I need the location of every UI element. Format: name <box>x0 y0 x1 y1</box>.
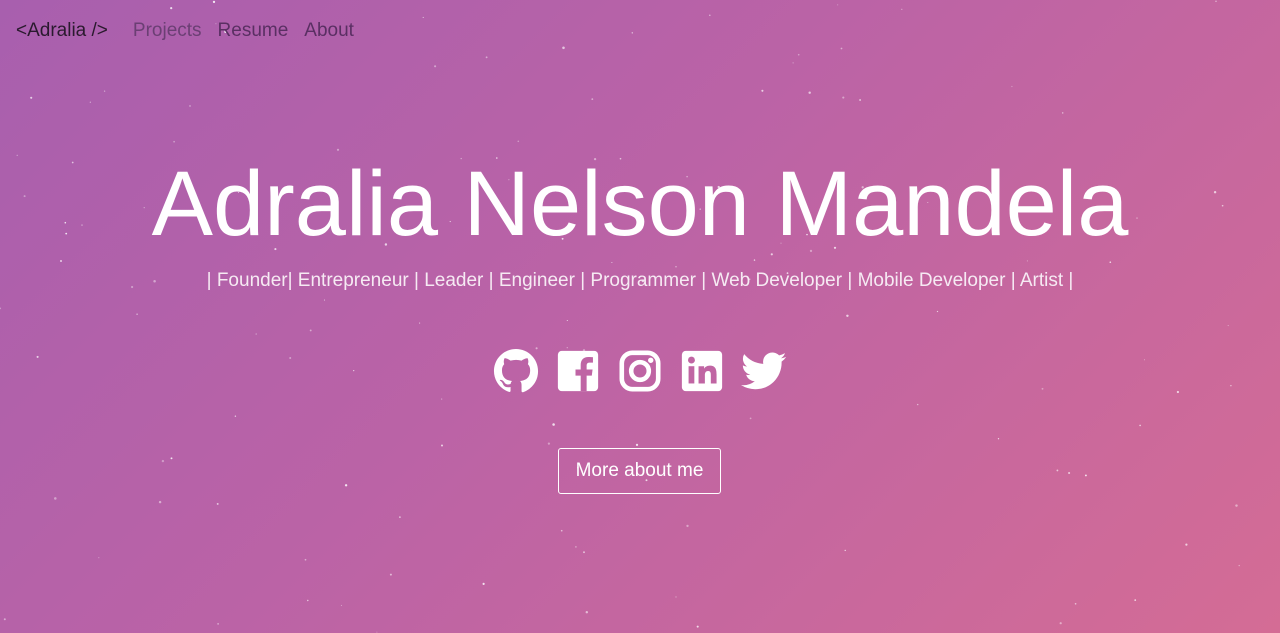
star-dot <box>749 417 752 420</box>
star-dot <box>419 322 421 324</box>
twitter-icon[interactable] <box>741 348 787 394</box>
star-dot <box>797 53 800 56</box>
star-dot <box>170 457 173 460</box>
star-dot <box>422 16 424 18</box>
star-dot <box>1056 469 1059 472</box>
brand-logo-link[interactable]: <Adralia /> <box>16 20 108 42</box>
star-dot <box>517 140 520 143</box>
star-dot <box>189 105 191 107</box>
star-dot <box>997 438 1000 440</box>
star-dot <box>1068 471 1071 475</box>
github-icon[interactable] <box>493 348 539 394</box>
star-dot <box>1235 504 1238 507</box>
star-dot <box>216 502 219 505</box>
star-dot <box>859 99 862 101</box>
star-dot <box>54 497 57 500</box>
star-dot <box>399 516 401 518</box>
star-dot <box>485 56 488 59</box>
star-dot <box>0 307 2 310</box>
nav-link-about[interactable]: About <box>304 20 354 42</box>
star-dot <box>255 333 257 335</box>
hero-title: Adralia Nelson Mandela <box>151 153 1129 255</box>
star-dot <box>340 604 342 606</box>
star-dot <box>170 7 173 10</box>
star-dot <box>441 398 443 400</box>
linkedin-icon[interactable] <box>679 348 725 394</box>
star-dot <box>936 310 939 313</box>
star-dot <box>916 403 919 406</box>
star-dot <box>552 423 555 426</box>
star-dot <box>304 558 307 561</box>
star-dot <box>901 8 903 10</box>
star-dot <box>585 610 589 614</box>
star-dot <box>323 299 326 301</box>
star-dot <box>1227 325 1229 327</box>
star-dot <box>846 314 849 318</box>
star-dot <box>560 529 563 532</box>
star-dot <box>1139 424 1141 427</box>
star-dot <box>1061 112 1064 114</box>
star-dot <box>709 14 711 17</box>
star-dot <box>575 546 577 548</box>
star-dot <box>840 47 843 50</box>
social-links <box>0 348 1280 394</box>
top-navbar: <Adralia /> Projects Resume About <box>16 18 370 44</box>
star-dot <box>136 313 138 316</box>
star-dot <box>98 557 100 559</box>
star-dot <box>562 46 565 50</box>
star-dot <box>1074 602 1077 605</box>
star-dot <box>842 96 845 99</box>
star-dot <box>808 91 811 94</box>
star-dot <box>631 32 634 34</box>
nav-link-resume[interactable]: Resume <box>218 20 289 42</box>
star-dot <box>1238 564 1240 567</box>
instagram-icon[interactable] <box>617 348 663 394</box>
star-dot <box>482 582 485 586</box>
star-dot <box>30 96 33 99</box>
hero-section: Adralia Nelson Mandela | Founder| Entrep… <box>0 150 1280 292</box>
more-about-me-button[interactable]: More about me <box>558 448 721 494</box>
star-dot <box>547 442 551 445</box>
star-dot <box>307 599 309 602</box>
star-dot <box>635 443 639 447</box>
star-dot <box>103 90 106 92</box>
star-dot <box>3 618 6 621</box>
star-dot <box>761 89 764 92</box>
star-dot <box>158 500 162 504</box>
star-dot <box>173 140 175 143</box>
star-dot <box>1011 85 1013 88</box>
star-dot <box>844 549 846 552</box>
nav-link-projects[interactable]: Projects <box>133 20 202 42</box>
star-dot <box>212 0 216 4</box>
star-dot <box>1185 543 1188 546</box>
star-dot <box>234 415 237 417</box>
star-dot <box>566 319 568 322</box>
star-dot <box>1134 599 1137 601</box>
star-dot <box>217 623 219 625</box>
star-dot <box>89 101 91 103</box>
facebook-icon[interactable] <box>555 348 601 394</box>
star-dot <box>1059 622 1062 625</box>
hero-tagline: | Founder| Entrepreneur | Leader | Engin… <box>206 270 1074 291</box>
star-dot <box>837 4 839 6</box>
star-dot <box>376 631 378 633</box>
star-dot <box>696 625 699 628</box>
star-dot <box>591 98 594 100</box>
star-dot <box>1084 474 1087 477</box>
star-dot <box>441 444 443 447</box>
star-dot <box>309 329 312 332</box>
star-dot <box>434 65 437 68</box>
star-dot <box>161 459 165 463</box>
star-dot <box>686 524 689 528</box>
star-dot <box>389 573 392 576</box>
starfield-background <box>0 0 1240 633</box>
star-dot <box>1215 0 1217 2</box>
star-dot <box>675 596 677 598</box>
star-dot <box>583 551 585 554</box>
star-dot <box>344 484 348 487</box>
star-dot <box>792 62 794 64</box>
